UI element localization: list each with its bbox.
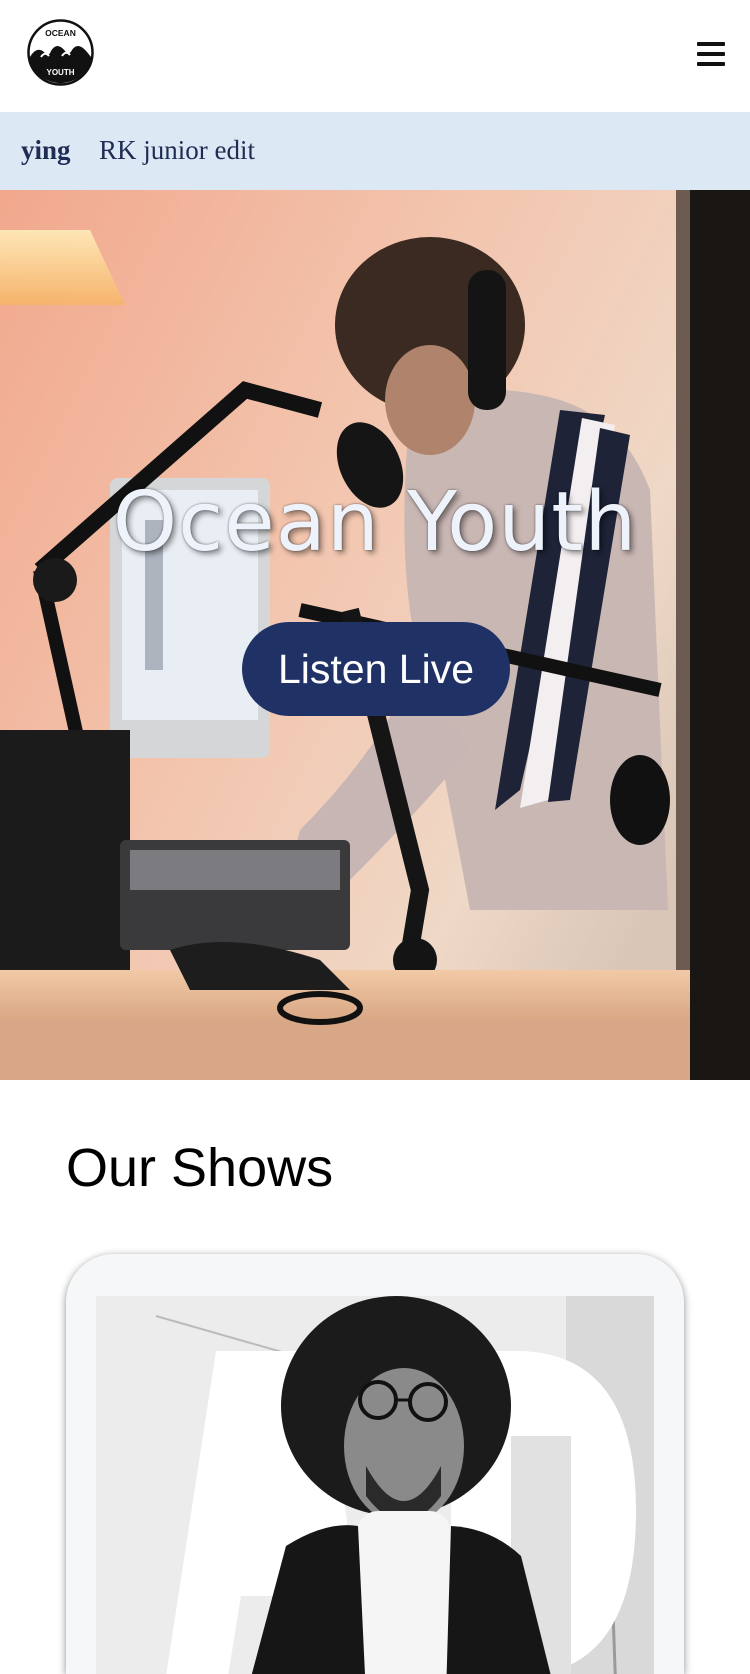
logo-top-text: OCEAN [45,28,76,38]
show-card-image [96,1296,654,1674]
show-card[interactable] [66,1254,684,1674]
show-portrait-image [96,1296,654,1674]
now-playing-ticker: ying RK junior edit [0,112,750,190]
hamburger-menu-icon[interactable] [697,42,725,66]
wave-logo-icon: OCEAN YOUTH [27,19,94,86]
hero-section: Ocean Youth Listen Live [0,190,750,1080]
ticker-now-playing: ying [21,135,71,165]
site-header: OCEAN YOUTH [0,0,750,112]
our-shows-heading: Our Shows [66,1138,334,1198]
listen-live-button[interactable]: Listen Live [242,622,510,716]
hero-title: Ocean Youth [112,475,638,570]
ticker-next-item: RK junior edit [99,135,255,165]
logo-bottom-text: YOUTH [47,68,75,77]
ocean-youth-logo[interactable]: OCEAN YOUTH [27,19,94,86]
